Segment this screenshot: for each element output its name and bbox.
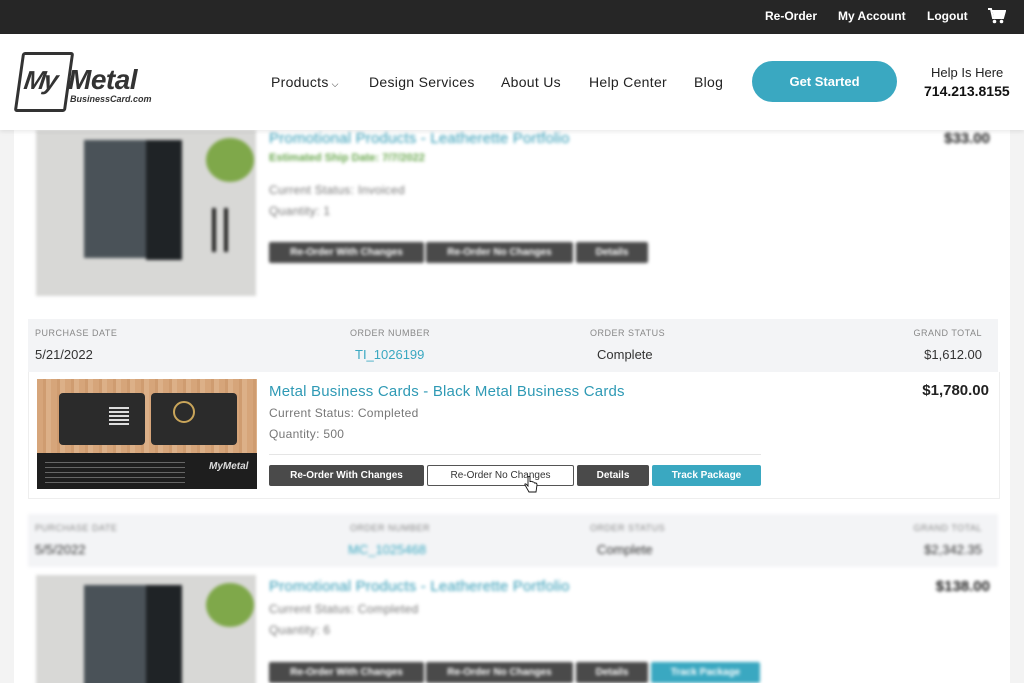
product-thumbnail[interactable]: MyMetal — [37, 379, 257, 489]
order-status-label: ORDER STATUS — [590, 328, 666, 338]
emblem-icon — [173, 401, 195, 423]
plant-shape — [206, 583, 254, 627]
portfolio-shape — [84, 585, 154, 683]
logo-metal-text: Metal — [68, 64, 138, 95]
logout-link[interactable]: Logout — [927, 9, 968, 23]
order-number-label: ORDER NUMBER — [350, 523, 431, 533]
card-front-shape — [59, 393, 145, 445]
divider — [269, 454, 761, 455]
product-title-link[interactable]: Metal Business Cards - Black Metal Busin… — [269, 383, 625, 400]
nav-products-label: Products — [271, 74, 329, 90]
grand-total-label: GRAND TOTAL — [913, 523, 982, 533]
reorder-with-changes-button[interactable]: Re-Order With Changes — [269, 242, 424, 263]
reorder-link[interactable]: Re-Order — [765, 9, 817, 23]
current-status: Current Status: Invoiced — [269, 183, 405, 197]
reorder-no-changes-button[interactable]: Re-Order No Changes — [427, 465, 574, 486]
item-price: $33.00 — [944, 130, 990, 147]
purchase-date-value: 5/21/2022 — [35, 347, 93, 362]
order-status-value: Complete — [597, 347, 653, 362]
chevron-down-icon: ⌵ — [331, 79, 339, 89]
logo-my-text: My — [22, 65, 59, 95]
product-thumbnail[interactable] — [36, 575, 256, 683]
purchase-date-label: PURCHASE DATE — [35, 523, 118, 533]
details-button[interactable]: Details — [576, 662, 648, 683]
portfolio-shape — [84, 140, 154, 258]
logo-mark-icon: MyMetal — [209, 461, 249, 472]
spec-lines — [45, 459, 185, 483]
thumbnail-footer: MyMetal — [37, 453, 257, 489]
product-thumbnail[interactable] — [36, 130, 256, 296]
cart-icon[interactable] — [988, 8, 1007, 24]
pen-shape — [212, 208, 216, 252]
item-price: $1,780.00 — [922, 382, 989, 399]
pen-shape — [224, 208, 228, 252]
item-price: $138.00 — [935, 578, 990, 595]
current-status: Current Status: Completed — [269, 406, 419, 420]
reorder-no-changes-button[interactable]: Re-Order No Changes — [426, 662, 573, 683]
details-button[interactable]: Details — [576, 242, 648, 263]
order-number-label: ORDER NUMBER — [350, 328, 431, 338]
hand-cursor-icon — [524, 476, 538, 494]
purchase-date-label: PURCHASE DATE — [35, 328, 118, 338]
help-label: Help Is Here — [931, 65, 1004, 80]
portfolio-shape — [146, 585, 182, 683]
order-header: PURCHASE DATE 5/21/2022 ORDER NUMBER TI_… — [28, 319, 998, 372]
nav-design-services[interactable]: Design Services — [369, 74, 475, 90]
nav-products[interactable]: Products ⌵ — [271, 74, 339, 90]
nav-help-center[interactable]: Help Center — [589, 74, 667, 90]
help-phone-number[interactable]: 714.213.8155 — [924, 83, 1010, 99]
quantity: Quantity: 6 — [269, 623, 331, 637]
current-status: Current Status: Completed — [269, 602, 419, 616]
reorder-with-changes-button[interactable]: Re-Order With Changes — [269, 465, 424, 486]
quantity: Quantity: 500 — [269, 427, 345, 441]
track-package-button[interactable]: Track Package — [651, 662, 760, 683]
my-account-link[interactable]: My Account — [838, 9, 906, 23]
top-utility-bar: Re-Order My Account Logout — [0, 0, 1024, 34]
purchase-date-value: 5/5/2022 — [35, 542, 86, 557]
order-item-blurred-top: Promotional Products - Leatherette Portf… — [14, 130, 1010, 315]
portfolio-shape — [146, 140, 182, 260]
site-header: My Metal BusinessCard.com Products ⌵ Desi… — [0, 34, 1024, 130]
track-package-button[interactable]: Track Package — [652, 465, 761, 486]
plant-shape — [206, 138, 254, 182]
details-button[interactable]: Details — [577, 465, 649, 486]
order-blurred-bottom: PURCHASE DATE 5/5/2022 ORDER NUMBER MC_1… — [0, 514, 1024, 683]
order-number-link[interactable]: MC_1025468 — [348, 542, 426, 557]
order-status-label: ORDER STATUS — [590, 523, 666, 533]
logo-subtext: BusinessCard.com — [70, 94, 152, 104]
estimated-ship-date: Estimated Ship Date: 7/7/2022 — [269, 152, 425, 164]
order-header: PURCHASE DATE 5/5/2022 ORDER NUMBER MC_1… — [28, 514, 998, 567]
qr-code-icon — [109, 405, 129, 425]
order-status-value: Complete — [597, 542, 653, 557]
order-item: MyMetal Metal Business Cards - Black Met… — [28, 372, 1000, 499]
nav-blog[interactable]: Blog — [694, 74, 723, 90]
product-title-link[interactable]: Promotional Products - Leatherette Portf… — [269, 578, 570, 595]
reorder-no-changes-button[interactable]: Re-Order No Changes — [426, 242, 573, 263]
product-title-link[interactable]: Promotional Products - Leatherette Portf… — [269, 130, 570, 147]
order-number-link[interactable]: TI_1026199 — [355, 347, 424, 362]
logo-box: My — [13, 52, 75, 112]
reorder-with-changes-button[interactable]: Re-Order With Changes — [269, 662, 424, 683]
grand-total-value: $2,342.35 — [924, 542, 982, 557]
get-started-button[interactable]: Get Started — [752, 61, 897, 102]
grand-total-label: GRAND TOTAL — [913, 328, 982, 338]
grand-total-value: $1,612.00 — [924, 347, 982, 362]
nav-about-us[interactable]: About Us — [501, 74, 561, 90]
quantity: Quantity: 1 — [269, 204, 331, 218]
card-back-shape — [151, 393, 237, 445]
site-logo[interactable]: My Metal BusinessCard.com — [13, 50, 163, 114]
